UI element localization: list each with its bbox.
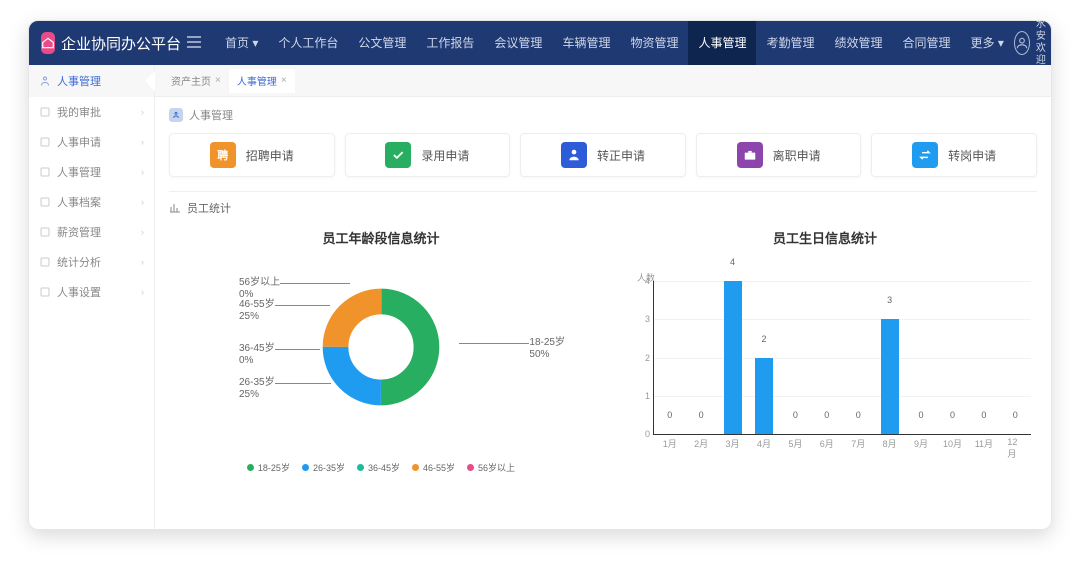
tab[interactable]: 人事管理× [229, 69, 295, 93]
nav-item[interactable]: 公文管理 [348, 21, 416, 65]
donut-label: 36-45岁0% [239, 343, 275, 367]
sidebar-item[interactable]: 薪资管理› [29, 217, 154, 247]
action-card[interactable]: 转正申请 [520, 133, 686, 177]
sidebar-item[interactable]: 统计分析› [29, 247, 154, 277]
donut-label: 46-55岁25% [239, 299, 275, 323]
action-card[interactable]: 转岗申请 [871, 133, 1037, 177]
nav-item[interactable]: 物资管理 [620, 21, 688, 65]
top-nav: 首页 ▾个人工作台公文管理工作报告会议管理车辆管理物资管理人事管理考勤管理绩效管… [215, 21, 1014, 65]
card-icon [912, 142, 938, 168]
nav-item[interactable]: 考勤管理 [756, 21, 824, 65]
stat-header: 员工统计 [169, 191, 1037, 216]
bar [755, 358, 773, 435]
nav-item[interactable]: 绩效管理 [825, 21, 893, 65]
action-card[interactable]: 聘招聘申请 [169, 133, 335, 177]
legend-item: 46-55岁 [412, 461, 455, 474]
donut-label: 18-25岁50% [529, 337, 565, 361]
app-logo [41, 32, 55, 54]
bar [724, 281, 742, 434]
tab-bar: 资产主页×人事管理× [155, 65, 1051, 97]
nav-item[interactable]: 合同管理 [893, 21, 961, 65]
action-card[interactable]: 录用申请 [345, 133, 511, 177]
sidebar-item[interactable]: 人事管理› [29, 157, 154, 187]
nav-item[interactable]: 人事管理 [688, 21, 756, 65]
nav-item[interactable]: 会议管理 [484, 21, 552, 65]
action-cards: 聘招聘申请录用申请转正申请离职申请转岗申请 [169, 133, 1037, 177]
legend-item: 26-35岁 [302, 461, 345, 474]
donut-legend: 18-25岁 26-35岁 36-45岁 46-55岁 56岁以上 [169, 461, 593, 474]
sidebar-item[interactable]: 人事设置› [29, 277, 154, 307]
nav-item[interactable]: 首页 ▾ [215, 21, 268, 65]
donut-label: 56岁以上0% [239, 277, 280, 301]
nav-item[interactable]: 工作报告 [416, 21, 484, 65]
donut-title: 员工年龄段信息统计 [169, 228, 593, 247]
close-icon[interactable]: × [281, 75, 287, 86]
sidebar-header[interactable]: 人事管理 [29, 65, 154, 97]
card-icon [385, 142, 411, 168]
menu-toggle-icon[interactable] [187, 36, 201, 51]
card-icon: 聘 [210, 142, 236, 168]
donut-label: 26-35岁25% [239, 377, 275, 401]
section-header: 人事管理 [169, 107, 1037, 123]
sidebar-item[interactable]: 人事档案› [29, 187, 154, 217]
user-name: 古水安 [1036, 20, 1052, 43]
legend-item: 36-45岁 [357, 461, 400, 474]
nav-item[interactable]: 车辆管理 [552, 21, 620, 65]
tab[interactable]: 资产主页× [163, 69, 229, 93]
bar-chart: 员工生日信息统计 人数 0123401月02月43月24月05月06月07月38… [613, 222, 1037, 474]
legend-item: 18-25岁 [247, 461, 290, 474]
bar [881, 319, 899, 434]
sidebar: 人事管理 我的审批›人事申请›人事管理›人事档案›薪资管理›统计分析›人事设置› [29, 65, 155, 529]
sidebar-item[interactable]: 人事申请› [29, 127, 154, 157]
topbar: 企业协同办公平台 首页 ▾个人工作台公文管理工作报告会议管理车辆管理物资管理人事… [29, 21, 1051, 65]
action-card[interactable]: 离职申请 [696, 133, 862, 177]
avatar-icon [1014, 31, 1030, 55]
card-icon [737, 142, 763, 168]
nav-item[interactable]: 个人工作台 [268, 21, 348, 65]
sidebar-item[interactable]: 我的审批› [29, 97, 154, 127]
close-icon[interactable]: × [215, 75, 221, 86]
nav-item[interactable]: 更多 ▾ [961, 21, 1014, 65]
legend-item: 56岁以上 [467, 461, 515, 474]
app-title: 企业协同办公平台 [61, 33, 181, 54]
bar-title: 员工生日信息统计 [613, 228, 1037, 247]
donut-chart: 员工年龄段信息统计 18-25岁50% [169, 222, 593, 474]
section-icon [169, 108, 183, 122]
card-icon [561, 142, 587, 168]
